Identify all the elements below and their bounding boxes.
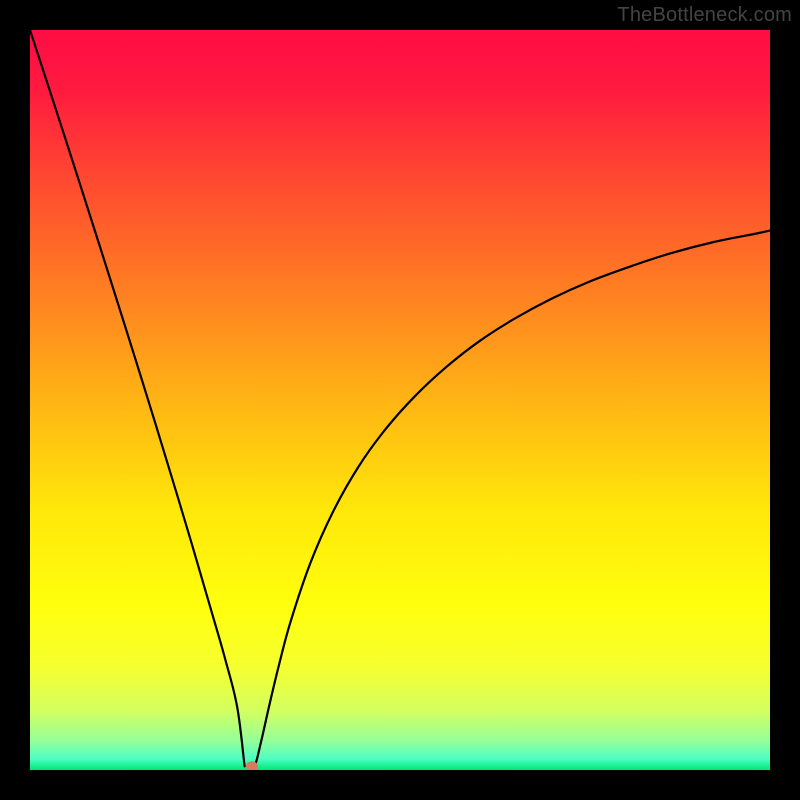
chart-svg bbox=[30, 30, 770, 770]
plot-area bbox=[30, 30, 770, 770]
gradient-background bbox=[30, 30, 770, 770]
chart-frame: TheBottleneck.com bbox=[0, 0, 800, 800]
attribution-text: TheBottleneck.com bbox=[617, 4, 792, 27]
